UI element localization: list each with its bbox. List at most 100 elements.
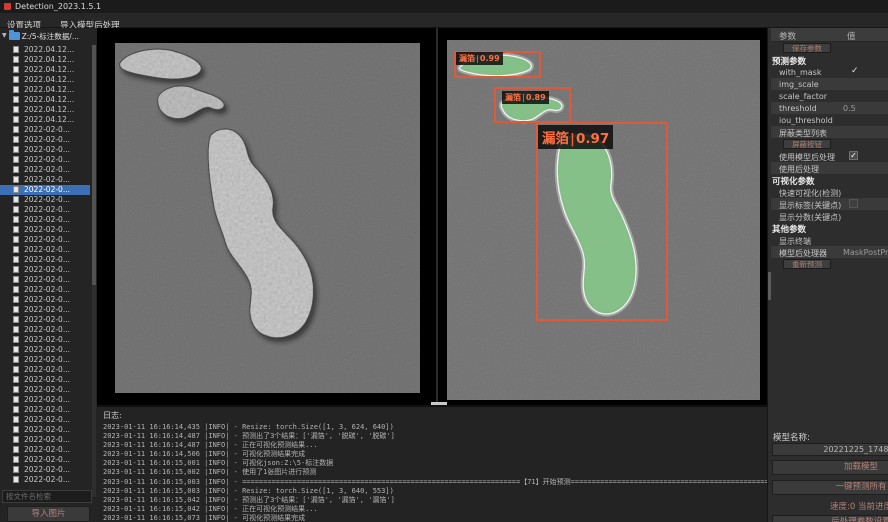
tree-file-item[interactable]: 2022-02-0... bbox=[0, 125, 90, 135]
checkmark-icon[interactable]: ✓ bbox=[851, 66, 859, 76]
param-value[interactable]: 0.5 bbox=[843, 104, 856, 113]
tree-file-item[interactable]: 2022-02-0... bbox=[0, 185, 90, 195]
tree-item-label: 2022.04.12... bbox=[13, 105, 74, 114]
tree-file-item[interactable]: 2022-02-0... bbox=[0, 325, 90, 335]
tree-file-item[interactable]: 2022-02-0... bbox=[0, 315, 90, 325]
tree-file-item[interactable]: 2022-02-0... bbox=[0, 285, 90, 295]
tree-file-item[interactable]: 2022.04.12... bbox=[0, 65, 90, 75]
tree-scrollbar[interactable] bbox=[92, 45, 96, 497]
file-icon bbox=[13, 86, 19, 93]
tree-file-item[interactable]: 2022-02-0... bbox=[0, 395, 90, 405]
tree-file-item[interactable]: 2022.04.12... bbox=[0, 55, 90, 65]
param-row: threshold0.5 bbox=[771, 102, 888, 114]
file-icon bbox=[13, 336, 19, 343]
app-logo-icon bbox=[4, 3, 11, 10]
tree-file-item[interactable]: 2022.04.12... bbox=[0, 115, 90, 125]
tree-file-item[interactable]: 2022-02-0... bbox=[0, 295, 90, 305]
tree-file-item[interactable]: 2022-02-0... bbox=[0, 195, 90, 205]
tree-item-label: 2022.04.12... bbox=[13, 95, 74, 104]
param-button[interactable]: 保存参数 bbox=[783, 43, 831, 53]
tree-file-item[interactable]: 2022-02-0... bbox=[0, 205, 90, 215]
tree-file-item[interactable]: 2022-02-0... bbox=[0, 245, 90, 255]
file-icon bbox=[13, 56, 19, 63]
param-value[interactable]: MaskPostPro bbox=[843, 248, 888, 257]
tree-scrollbar-handle[interactable] bbox=[92, 45, 96, 285]
predict-all-button[interactable]: 一键预测所有 bbox=[772, 480, 888, 495]
tree-file-item[interactable]: 2022-02-0... bbox=[0, 435, 90, 445]
checkbox[interactable] bbox=[849, 199, 858, 208]
model-name-field[interactable]: 20221225_174813 bbox=[772, 443, 888, 456]
tree-file-item[interactable]: 2022.04.12... bbox=[0, 105, 90, 115]
tree-root-node[interactable]: ▼ Z:/5-标注数据/... bbox=[2, 31, 79, 43]
log-line: 2023-01-11 16:16:15,003 |INFO| - =======… bbox=[103, 478, 767, 487]
tree-file-item[interactable]: 2022-02-0... bbox=[0, 145, 90, 155]
file-icon bbox=[13, 126, 19, 133]
param-button[interactable]: 屏蔽按钮 bbox=[783, 139, 831, 149]
title-bar: Detection_2023.1.5.1 bbox=[0, 0, 888, 13]
tree-file-item[interactable]: 2022-02-0... bbox=[0, 475, 90, 485]
folder-icon bbox=[9, 32, 20, 40]
tree-file-item[interactable]: 2022.04.12... bbox=[0, 85, 90, 95]
expand-arrow-icon[interactable]: ▼ bbox=[2, 32, 7, 39]
tree-file-item[interactable]: 2022.04.12... bbox=[0, 75, 90, 85]
tree-item-label: 2022.04.12... bbox=[13, 115, 74, 124]
file-search-input[interactable] bbox=[2, 490, 92, 503]
tree-item-label: 2022-02-0... bbox=[13, 145, 70, 154]
file-icon bbox=[13, 396, 19, 403]
param-table: 保存参数预测参数with_mask✓img_scalescale_factort… bbox=[771, 42, 888, 270]
log-line: 2023-01-11 16:16:15,073 |INFO| - 可视化预测结果… bbox=[103, 514, 767, 522]
panel-scrollbar-handle[interactable] bbox=[768, 272, 771, 300]
tree-file-item[interactable]: 2022.04.12... bbox=[0, 95, 90, 105]
load-model-button[interactable]: 加载模型 bbox=[772, 460, 888, 475]
tree-file-item[interactable]: 2022-02-0... bbox=[0, 355, 90, 365]
tree-file-item[interactable]: 2022-02-0... bbox=[0, 265, 90, 275]
postprocess-settings-button[interactable]: 后处理参数设置 bbox=[772, 515, 888, 522]
tree-file-item[interactable]: 2022.04.12... bbox=[0, 45, 90, 55]
tree-file-item[interactable]: 2022-02-0... bbox=[0, 165, 90, 175]
tree-file-item[interactable]: 2022-02-0... bbox=[0, 155, 90, 165]
log-panel: 日志: 2023-01-11 16:16:14,435 |INFO| - Res… bbox=[97, 405, 767, 522]
tree-file-item[interactable]: 2022-02-0... bbox=[0, 385, 90, 395]
prediction-image[interactable] bbox=[447, 40, 760, 400]
param-label: iou_threshold bbox=[779, 116, 833, 125]
file-icon bbox=[13, 136, 19, 143]
tree-file-item[interactable]: 2022-02-0... bbox=[0, 415, 90, 425]
tree-file-item[interactable]: 2022-02-0... bbox=[0, 275, 90, 285]
tree-item-label: 2022-02-0... bbox=[13, 225, 70, 234]
checkbox[interactable]: ✓ bbox=[849, 151, 858, 160]
tree-item-label: 2022-02-0... bbox=[13, 385, 70, 394]
tree-file-item[interactable]: 2022-02-0... bbox=[0, 215, 90, 225]
detection-label: 漏箔|0.99 bbox=[456, 52, 503, 65]
file-icon bbox=[13, 466, 19, 473]
tree-file-item[interactable]: 2022-02-0... bbox=[0, 345, 90, 355]
file-icon bbox=[13, 356, 19, 363]
tree-root-label: Z:/5-标注数据/... bbox=[22, 32, 79, 41]
file-icon bbox=[13, 186, 19, 193]
param-button[interactable]: 重新预测 bbox=[783, 259, 831, 269]
tree-file-item[interactable]: 2022-02-0... bbox=[0, 455, 90, 465]
tree-file-item[interactable]: 2022-02-0... bbox=[0, 365, 90, 375]
tree-file-item[interactable]: 2022-02-0... bbox=[0, 335, 90, 345]
file-icon bbox=[13, 46, 19, 53]
tree-file-item[interactable]: 2022-02-0... bbox=[0, 255, 90, 265]
tree-file-item[interactable]: 2022-02-0... bbox=[0, 305, 90, 315]
tree-file-item[interactable]: 2022-02-0... bbox=[0, 375, 90, 385]
tree-file-item[interactable]: 2022-02-0... bbox=[0, 465, 90, 475]
file-icon bbox=[13, 406, 19, 413]
tree-file-item[interactable]: 2022-02-0... bbox=[0, 225, 90, 235]
tree-item-label: 2022.04.12... bbox=[13, 75, 74, 84]
tree-file-item[interactable]: 2022-02-0... bbox=[0, 135, 90, 145]
tree-file-item[interactable]: 2022-02-0... bbox=[0, 445, 90, 455]
tree-file-item[interactable]: 2022-02-0... bbox=[0, 235, 90, 245]
tree-file-item[interactable]: 2022-02-0... bbox=[0, 175, 90, 185]
tree-item-label: 2022.04.12... bbox=[13, 55, 74, 64]
import-images-button[interactable]: 导入图片 bbox=[7, 506, 90, 522]
tree-item-label: 2022.04.12... bbox=[13, 85, 74, 94]
tree-file-item[interactable]: 2022-02-0... bbox=[0, 425, 90, 435]
param-row: iou_threshold bbox=[771, 114, 888, 126]
log-lines[interactable]: 2023-01-11 16:16:14,435 |INFO| - Resize:… bbox=[103, 423, 767, 522]
original-image[interactable] bbox=[115, 43, 420, 393]
file-tree-panel: ▼Z:/5-标注数据/... 2022.04.12...2022.04.12..… bbox=[0, 28, 97, 522]
tree-file-item[interactable]: 2022-02-0... bbox=[0, 405, 90, 415]
file-icon bbox=[13, 226, 19, 233]
